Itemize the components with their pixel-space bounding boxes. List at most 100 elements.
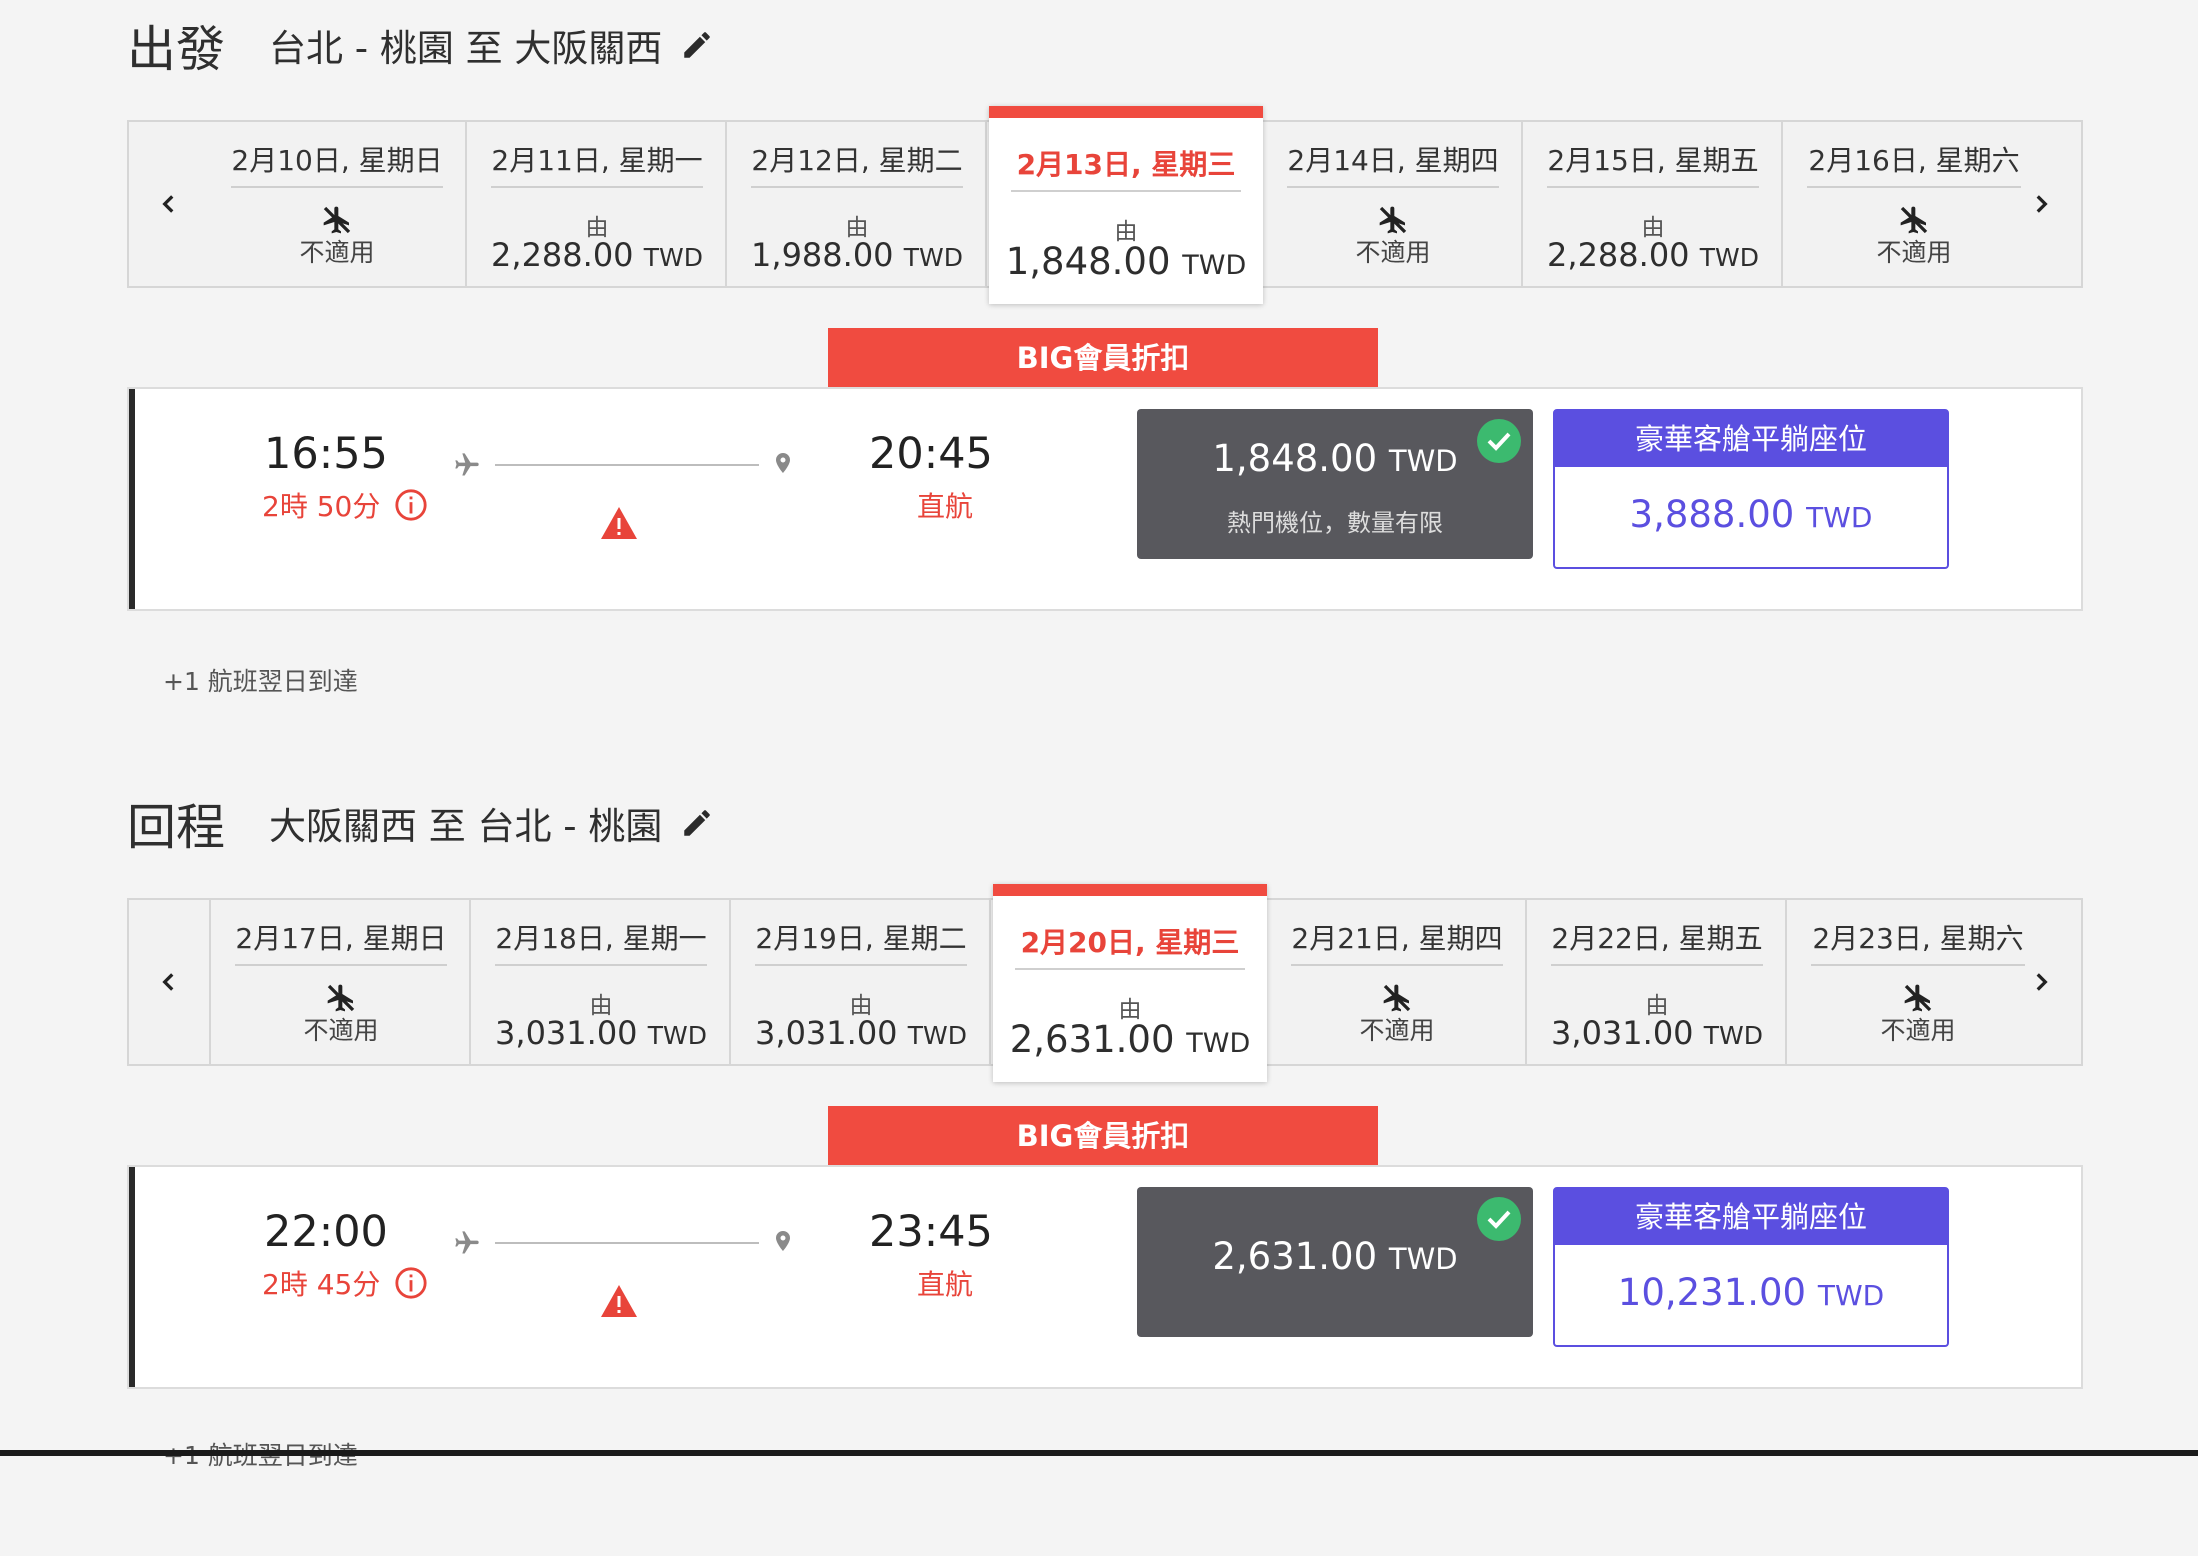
date-option[interactable]: 2月11日, 星期一 由 2,288.00 TWD [469,122,727,286]
prev-dates-button[interactable] [129,122,211,286]
outbound-header: 出發 台北 - 桃園 至 大阪關西 [127,0,714,90]
price-currency: TWD [1806,501,1873,534]
date-label: 2月15日, 星期五 [1547,136,1759,188]
price-currency: TWD [1388,444,1458,478]
date-option[interactable]: 2月10日, 星期日 不適用 [209,122,467,286]
member-discount-badge: BIG會員折扣 [828,1106,1378,1166]
date-option[interactable]: 2月21日, 星期四 不適用 [1269,900,1527,1064]
price-amount: 1,988.00 [751,236,894,274]
route-title: 大阪關西 至 台北 - 桃園 [269,805,663,848]
date-selector: 2月17日, 星期日 不適用 2月18日, 星期一 由 3,031.00 TWD… [127,884,2083,1082]
return-header: 回程 大阪關西 至 台北 - 桃園 [127,778,714,868]
check-circle-icon [1477,419,1521,463]
price-amount: 2,631.00 [1009,1018,1175,1061]
warning-icon[interactable] [599,1283,639,1319]
warning-icon[interactable] [599,505,639,541]
location-pin-icon [776,1231,790,1251]
price-currency: TWD [907,1021,967,1050]
date-label: 2月16日, 星期六 [1807,136,2021,188]
pencil-icon[interactable] [680,806,714,840]
date-option[interactable]: 2月17日, 星期日 不適用 [213,900,471,1064]
info-icon[interactable] [394,1266,428,1300]
price-currency: TWD [643,243,703,272]
premium-fare-label: 豪華客艙平躺座位 [1555,411,1947,467]
price-amount: 3,031.00 [1551,1014,1694,1052]
economy-price: 1,848.00 TWD [1137,437,1533,480]
not-available-text: 不適用 [1359,1016,1435,1045]
no-flight-icon [327,984,355,1012]
next-dates-button[interactable] [2001,900,2081,1064]
price-amount: 2,631.00 [1212,1235,1378,1278]
chevron-right-icon [2036,973,2048,991]
arrival-time: 20:45 [869,429,993,479]
date-label: 2月18日, 星期一 [495,914,707,966]
no-flight-icon [1900,206,1928,234]
not-available-text: 不適用 [299,238,375,267]
card-accent-bar [129,389,135,609]
price-amount: 1,848.00 [1005,240,1171,283]
date-option[interactable]: 2月14日, 星期四 不適用 [1265,122,1523,286]
check-circle-icon [1477,1197,1521,1241]
prev-dates-button[interactable] [129,900,211,1064]
economy-fare-option[interactable]: 2,631.00 TWD [1137,1187,1533,1337]
date-option[interactable]: 2月22日, 星期五 由 3,031.00 TWD [1529,900,1787,1064]
plane-icon [455,453,479,476]
not-available-text: 不適用 [303,1016,379,1045]
next-day-arrival-note: +1 航班翌日到達 [163,667,358,696]
economy-fare-option[interactable]: 1,848.00 TWD 熱門機位，數量有限 [1137,409,1533,559]
price-amount: 3,888.00 [1629,493,1795,536]
window-bottom-edge [0,1450,2198,1456]
premium-flatbed-fare-option[interactable]: 豪華客艙平躺座位 3,888.00 TWD [1553,409,1949,569]
plane-icon [455,1231,479,1254]
date-price: 2,288.00 TWD [1525,236,1781,274]
date-price: 1,848.00 TWD [989,240,1263,283]
date-option-selected[interactable]: 2月20日, 星期三 由 2,631.00 TWD [993,884,1267,1082]
flight-duration: 2時 45分 [262,1263,428,1303]
no-flight-icon [323,206,351,234]
date-label: 2月14日, 星期四 [1287,136,1499,188]
date-option[interactable]: 2月12日, 星期二 由 1,988.00 TWD [729,122,987,286]
price-amount: 3,031.00 [495,1014,638,1052]
info-icon[interactable] [394,488,428,522]
date-price: 1,988.00 TWD [729,236,985,274]
location-pin-icon [776,453,790,473]
price-amount: 10,231.00 [1617,1271,1807,1314]
pencil-icon[interactable] [680,28,714,62]
premium-fare-label: 豪華客艙平躺座位 [1555,1189,1947,1245]
date-option[interactable]: 2月18日, 星期一 由 3,031.00 TWD [473,900,731,1064]
date-option-selected[interactable]: 2月13日, 星期三 由 1,848.00 TWD [989,106,1263,304]
price-amount: 2,288.00 [1547,236,1690,274]
route-line [495,464,759,466]
duration-text: 2時 50分 [262,490,381,523]
departure-time: 22:00 [264,1207,388,1257]
no-flight-icon [1383,984,1411,1012]
outbound-section: 出發 台北 - 桃園 至 大阪關西 2月10日, 星期日 不適用 2月11日, … [0,0,2198,778]
date-selector: 2月10日, 星期日 不適用 2月11日, 星期一 由 2,288.00 TWD… [127,106,2083,304]
duration-text: 2時 45分 [262,1268,381,1301]
return-section: 回程 大阪關西 至 台北 - 桃園 2月17日, 星期日 不適用 2月18日, … [0,778,2198,1556]
stops-label: 直航 [917,490,974,523]
date-label: 2月19日, 星期二 [755,914,967,966]
date-label: 2月22日, 星期五 [1551,914,1763,966]
date-label: 2月13日, 星期三 [1011,140,1241,192]
flight-duration: 2時 50分 [262,485,428,525]
route-title: 台北 - 桃園 至 大阪關西 [269,27,663,70]
price-currency: TWD [1388,1242,1458,1276]
member-discount-badge: BIG會員折扣 [828,328,1378,388]
price-amount: 3,031.00 [755,1014,898,1052]
date-label: 2月17日, 星期日 [235,914,447,966]
date-option[interactable]: 2月15日, 星期五 由 2,288.00 TWD [1525,122,1783,286]
price-currency: TWD [1186,1028,1251,1059]
premium-flatbed-fare-option[interactable]: 豪華客艙平躺座位 10,231.00 TWD [1553,1187,1949,1347]
economy-price: 2,631.00 TWD [1137,1235,1533,1278]
departure-time: 16:55 [264,429,388,479]
card-accent-bar [129,1167,135,1387]
price-amount: 1,848.00 [1212,437,1378,480]
flight-card: 22:00 2時 45分 23:45 直航 2,631.00 TWD 豪華客艙平… [127,1165,2083,1389]
next-dates-button[interactable] [2001,122,2081,286]
not-available-text: 不適用 [1355,238,1431,267]
section-label: 回程 [127,798,226,856]
date-label: 2月20日, 星期三 [1015,918,1245,970]
date-option[interactable]: 2月19日, 星期二 由 3,031.00 TWD [733,900,991,1064]
premium-price: 3,888.00 TWD [1555,493,1947,536]
